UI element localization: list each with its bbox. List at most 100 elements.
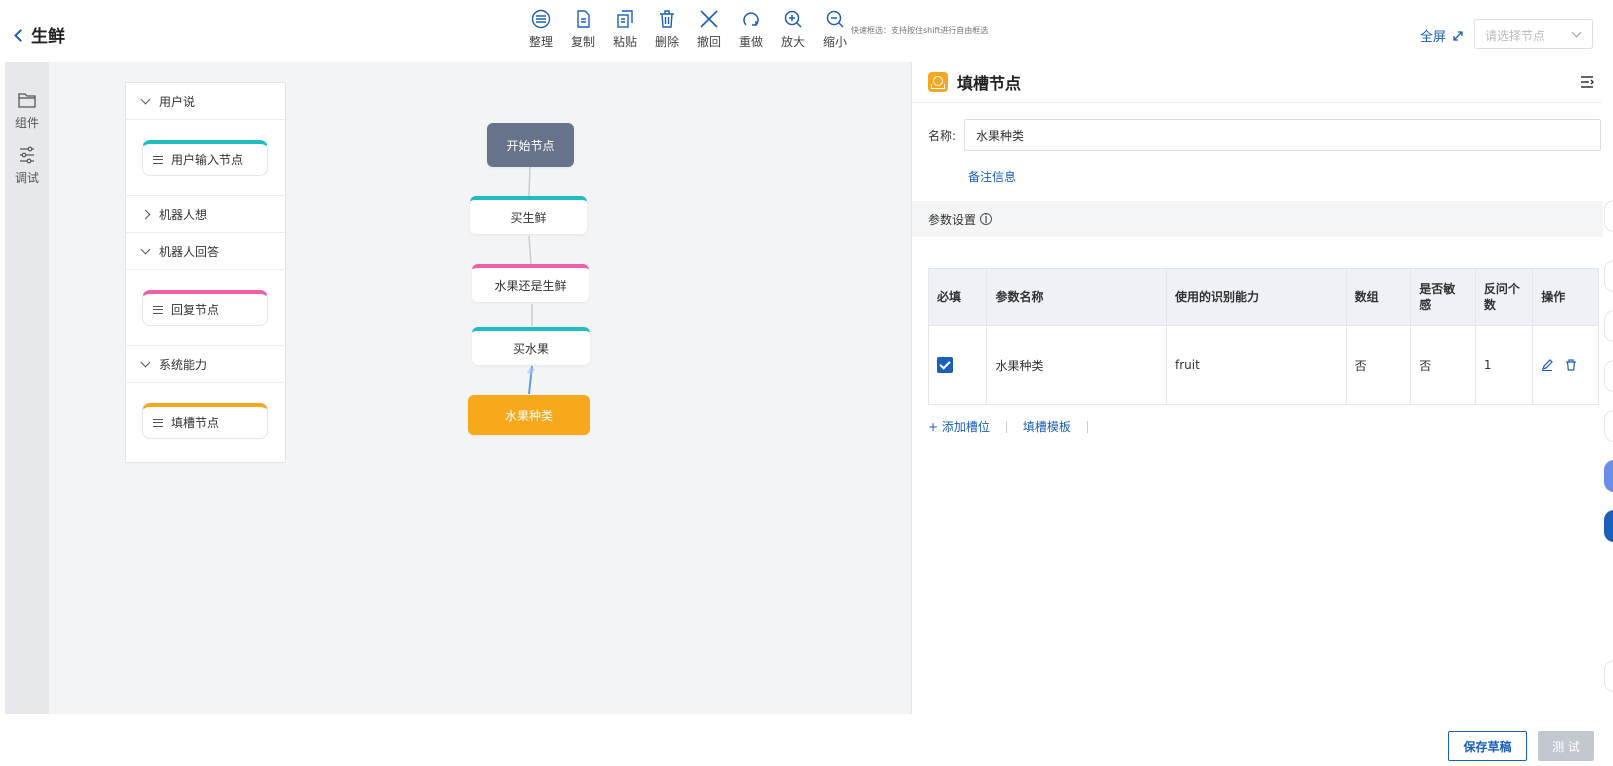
flow-node-fruit-type[interactable]: 水果种类 [468,395,590,435]
flow-canvas[interactable]: 用户说 用户输入节点 机器人想 机器人回答 回复节点 系统能力 填槽节点 开始节… [49,62,911,714]
paste-button[interactable]: 粘贴 [604,8,646,58]
undo-button[interactable]: 撤回 [688,8,730,58]
redo-icon [743,12,759,26]
floating-edge-button[interactable] [1604,310,1613,342]
copy-button[interactable]: 复制 [562,8,604,58]
node-select[interactable]: 请选择节点 [1474,19,1593,49]
slot-template-link[interactable]: 填槽模板 [1023,418,1071,435]
edge [528,235,532,265]
zoom-out-button[interactable]: 缩小 [814,8,856,58]
trash-icon[interactable] [1565,359,1577,371]
name-label: 名称: [928,128,957,143]
flow-node-buy-fresh[interactable]: 买生鲜 [470,196,587,234]
delete-button[interactable]: 删除 [646,8,688,58]
col-required: 必填 [927,268,988,326]
edge [528,165,531,197]
table-actions: + 添加槽位 填槽模板 [928,418,1104,435]
cell-sensitive: 否 [1410,325,1476,405]
arrange-icon [531,9,551,29]
flow-node-label: 水果还是生鲜 [494,278,567,293]
flow-node-fruit-or-fresh[interactable]: 水果还是生鲜 [472,264,589,302]
rail-label-components: 组件 [14,116,39,130]
floating-edge-button[interactable] [1604,460,1613,492]
test-button[interactable]: 测 试 [1538,731,1594,761]
copy-label: 复制 [570,35,595,49]
paste-label: 粘贴 [612,35,637,49]
undo-icon [700,10,718,28]
back-button[interactable]: 生鲜 [14,22,65,47]
rail-label-debug: 调试 [14,171,39,185]
undo-label: 撤回 [696,35,721,49]
rail-item-components[interactable]: 组件 [5,62,49,131]
cell-ask-count: 1 [1474,325,1534,405]
chevron-left-icon [14,29,27,42]
col-ask-count: 反问个数 [1474,268,1534,326]
zoom-in-button[interactable]: 放大 [772,8,814,58]
delete-icon [660,10,674,28]
redo-label: 重做 [738,35,763,49]
cell-required [927,325,988,405]
arrange-button[interactable]: 整理 [520,8,562,58]
cell-ability: fruit [1166,325,1347,405]
param-settings-section: 参数设置 i [912,201,1603,237]
collapse-menu-icon[interactable] [1580,76,1594,88]
divider [1086,420,1088,433]
fullscreen-button[interactable]: 全屏 [1420,26,1464,45]
flow-node-label: 水果种类 [504,408,553,423]
zoom-out-label: 缩小 [822,35,847,49]
copy-icon [577,10,590,28]
edit-icon[interactable] [1541,359,1554,371]
flow-node-label: 买生鲜 [510,210,547,225]
flow-node-label: 买水果 [512,341,549,356]
arrange-label: 整理 [528,35,553,49]
panel-header: 填槽节点 [912,62,1602,103]
cell-array: 否 [1345,325,1412,405]
name-input[interactable] [964,119,1602,151]
floating-edge-button[interactable] [1604,660,1613,692]
rail-item-debug[interactable]: 调试 [5,131,49,186]
redo-button[interactable]: 重做 [730,8,772,58]
params-table: 必填 参数名称 使用的识别能力 数组 是否敏感 反问个数 操作 水果种类 fru… [927,268,1599,405]
sliders-icon [20,146,34,164]
flow-node-label: 开始节点 [506,138,555,153]
name-row: 名称: [928,119,1602,151]
divider [1005,420,1007,433]
floating-edge-button[interactable] [1604,510,1613,542]
slot-node-icon [928,72,948,92]
floating-edge-button[interactable] [1604,200,1613,232]
chevron-down-icon [1571,27,1582,38]
header: 生鲜 整理 复制 粘贴 删除 撤回 重做 放大 缩小 快速框选：支持按住shif… [0,0,1613,62]
paste-icon [617,10,633,28]
page-title: 生鲜 [31,27,65,47]
panel-title: 填槽节点 [957,74,1022,93]
floating-edge-button[interactable] [1604,260,1613,292]
col-sensitive: 是否敏感 [1410,268,1476,326]
fullscreen-label: 全屏 [1420,30,1447,45]
save-draft-button[interactable]: 保存草稿 [1448,731,1527,761]
flow-node-start[interactable]: 开始节点 [487,123,574,167]
toolbar: 整理 复制 粘贴 删除 撤回 重做 放大 缩小 [520,8,856,58]
zoom-out-icon [826,10,844,28]
edge-active-glow [526,366,536,376]
flow-edges [526,165,536,395]
info-icon[interactable]: i [980,213,993,225]
col-actions: 操作 [1532,268,1599,326]
floating-edge-button[interactable] [1604,410,1613,442]
add-slot-link[interactable]: + 添加槽位 [928,418,990,435]
zoom-in-icon [784,10,802,28]
folder-icon [18,93,36,108]
floating-edge-button[interactable] [1604,360,1613,392]
col-param-name: 参数名称 [986,268,1168,326]
zoom-in-label: 放大 [780,35,805,49]
col-ability: 使用的识别能力 [1166,268,1347,326]
table-header-row: 必填 参数名称 使用的识别能力 数组 是否敏感 反问个数 操作 [927,268,1599,326]
cell-actions [1532,325,1599,405]
remark-link[interactable]: 备注信息 [968,168,1016,185]
flow-node-buy-fruit[interactable]: 买水果 [472,327,590,365]
cell-param-name: 水果种类 [986,325,1168,405]
table-row: 水果种类 fruit 否 否 1 [927,325,1599,405]
section-title: 参数设置 [928,212,977,227]
required-checkbox[interactable] [937,357,953,373]
expand-icon [1453,30,1463,41]
footer: 保存草稿 测 试 [0,714,1613,766]
